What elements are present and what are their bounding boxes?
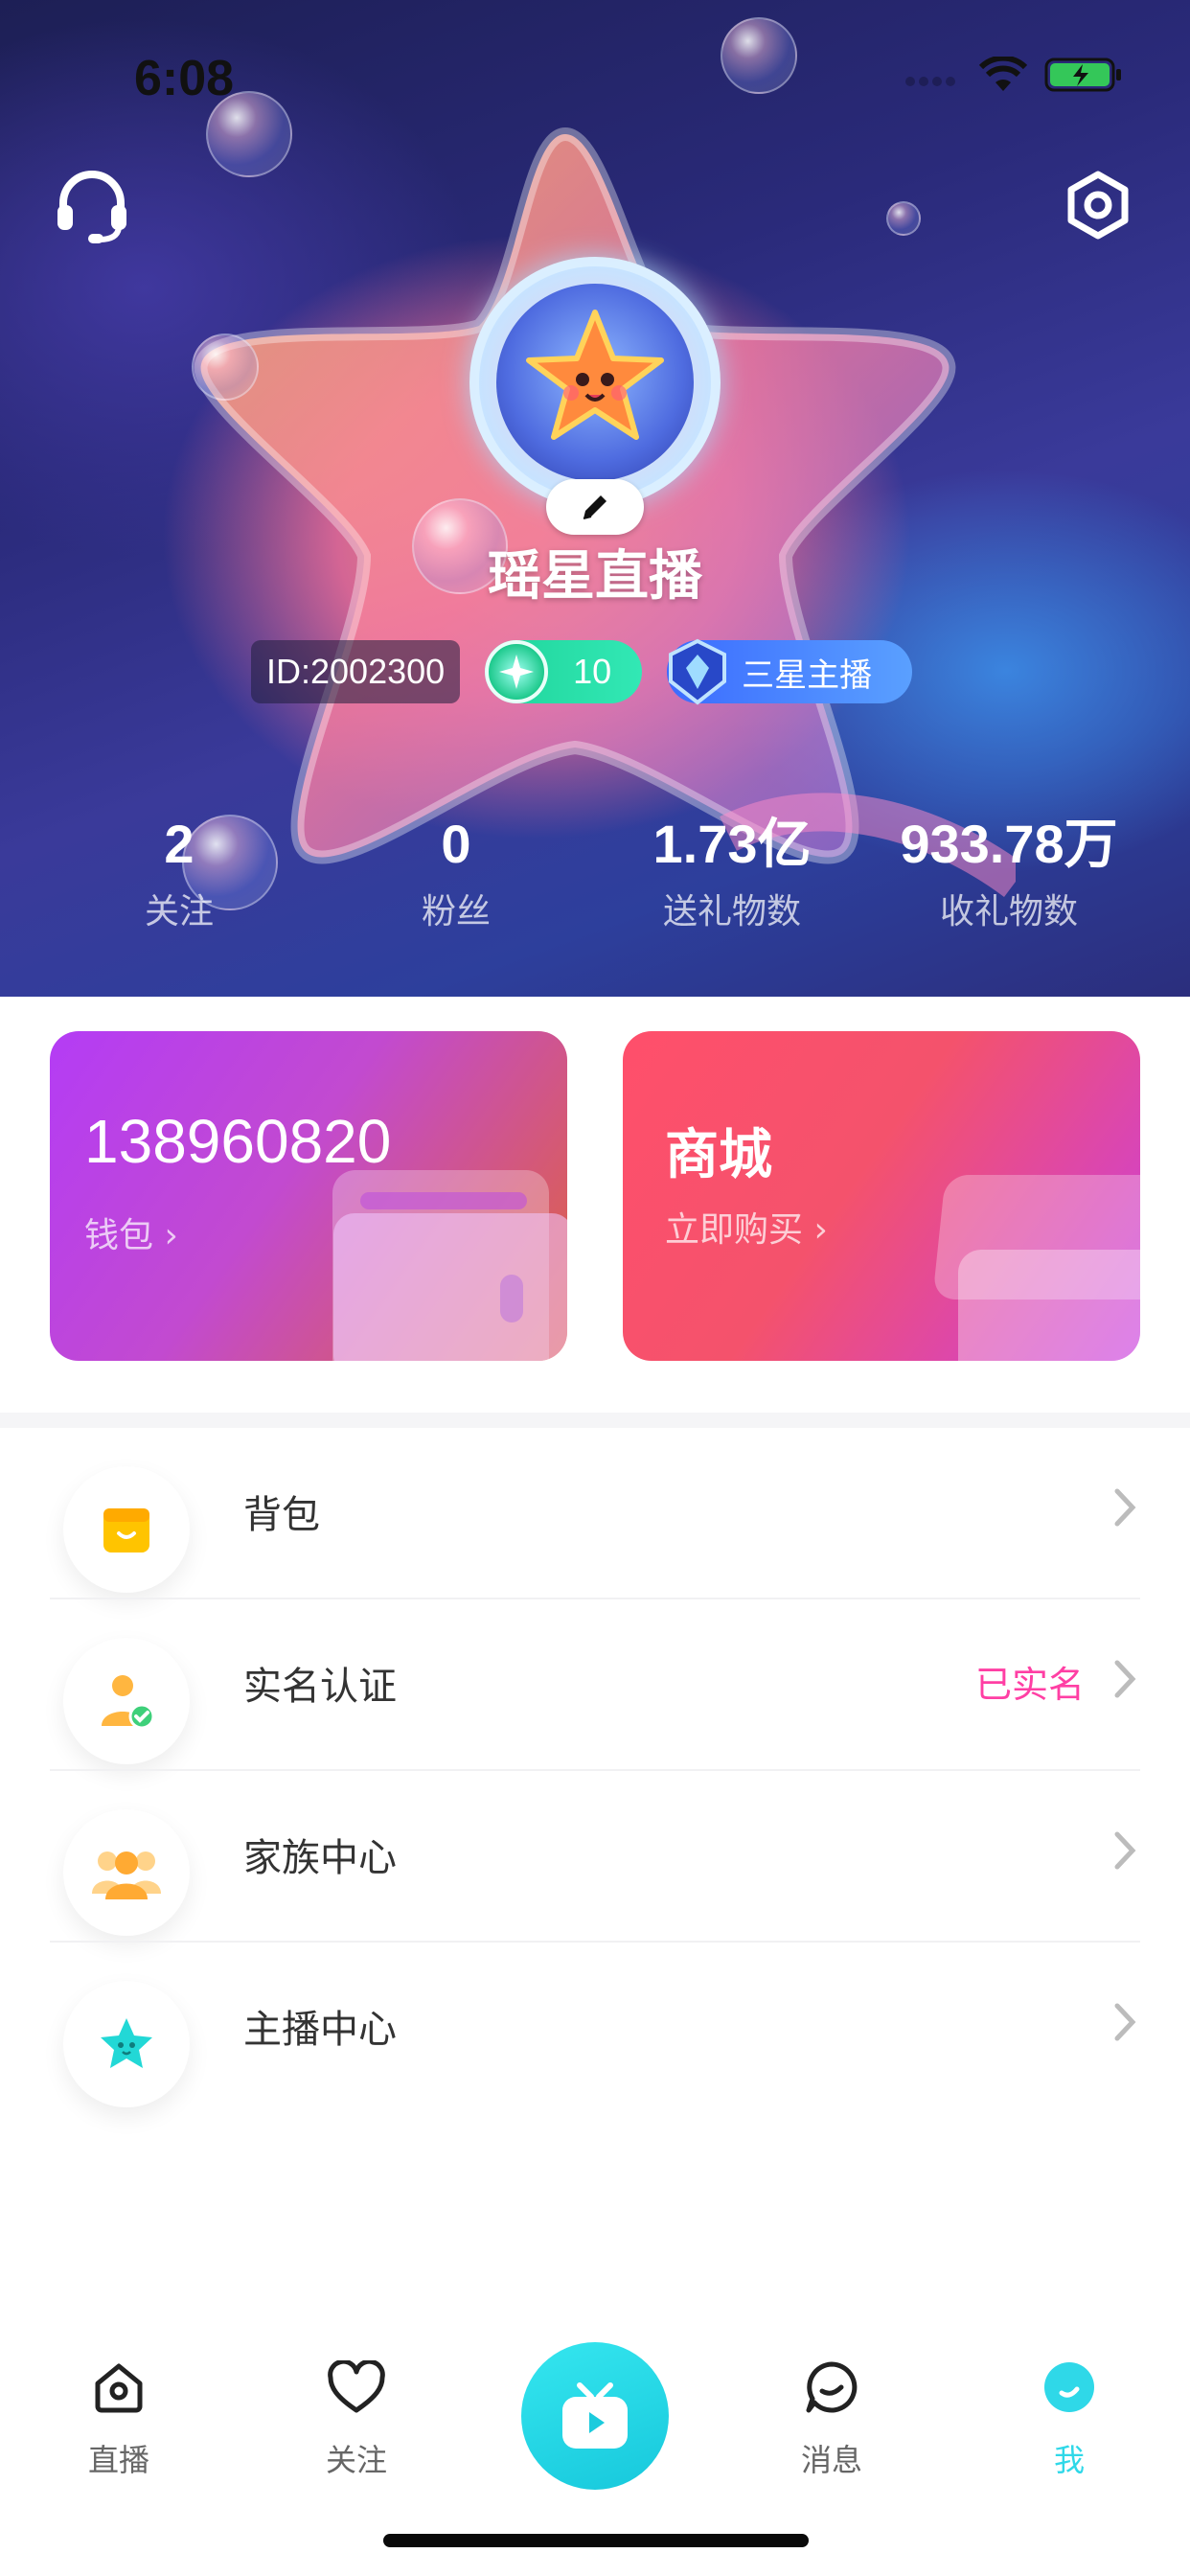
diamond-shield-icon xyxy=(663,637,732,706)
chat-icon xyxy=(806,2361,858,2413)
anchor-rank-badge[interactable]: 三星主播 xyxy=(667,638,913,705)
decor-bubble xyxy=(886,201,921,236)
status-time: 6:08 xyxy=(134,51,235,106)
menu-item-anchor-center[interactable]: 主播中心 xyxy=(0,1943,1190,2114)
tab-me[interactable]: 我 xyxy=(993,2319,1146,2480)
wallet-decoration xyxy=(500,1275,523,1322)
buy-now-link[interactable]: 立即购买 › xyxy=(665,1202,828,1252)
battery-charging-icon xyxy=(1044,58,1121,92)
tab-label: 关注 xyxy=(325,2442,387,2478)
stat-label: 粉丝 xyxy=(421,892,491,932)
level-badge[interactable]: 10 xyxy=(485,640,643,703)
tab-messages[interactable]: 消息 xyxy=(755,2319,908,2480)
menu-list: 背包 实名认证 已实名 家族中心 主播中心 xyxy=(0,1428,1190,2114)
avatar[interactable] xyxy=(469,257,721,508)
profile-header: 6:08 瑶星直播 ID:2002300 10 三星主播 2 关注 0 粉丝 1… xyxy=(0,0,1190,997)
menu-item-family-center[interactable]: 家族中心 xyxy=(0,1771,1190,1943)
chevron-right-icon xyxy=(1114,1831,1136,1870)
settings-hexagon-icon xyxy=(1067,171,1129,240)
stat-gifts-received[interactable]: 933.78万 收礼物数 xyxy=(865,811,1153,933)
mall-card[interactable]: 商城 立即购买 › xyxy=(623,1031,1140,1361)
tab-following[interactable]: 关注 xyxy=(280,2319,433,2480)
wallet-card[interactable]: 138960820 钱包 › xyxy=(50,1031,567,1361)
tab-live[interactable]: 直播 xyxy=(42,2319,195,2480)
stat-following[interactable]: 2 关注 xyxy=(35,811,323,933)
status-icons xyxy=(904,56,1123,94)
status-bar: 6:08 xyxy=(0,0,1190,144)
chevron-right-icon xyxy=(1114,1488,1136,1527)
wallet-decoration xyxy=(333,1213,567,1361)
profile-stats: 2 关注 0 粉丝 1.73亿 送礼物数 933.78万 收礼物数 xyxy=(0,811,1190,954)
verified-status: 已实名 xyxy=(974,1664,1085,1706)
edit-profile-button[interactable] xyxy=(546,479,644,535)
customer-service-button[interactable] xyxy=(46,159,138,251)
nickname: 瑶星直播 xyxy=(488,545,702,608)
stat-gifts-sent[interactable]: 1.73亿 送礼物数 xyxy=(588,811,876,933)
chevron-right-icon xyxy=(1114,1660,1136,1698)
menu-item-backpack[interactable]: 背包 xyxy=(0,1428,1190,1599)
verified-user-icon xyxy=(57,1632,195,1770)
tab-label: 直播 xyxy=(87,2442,149,2478)
home-icon xyxy=(95,2363,143,2413)
wallet-decoration xyxy=(360,1192,527,1209)
star-icon xyxy=(57,1975,195,2113)
mall-decoration xyxy=(958,1250,1140,1361)
home-indicator xyxy=(383,2534,809,2547)
user-id-badge: ID:2002300 xyxy=(251,640,461,703)
stat-value: 1.73亿 xyxy=(652,814,812,874)
menu-item-label: 主播中心 xyxy=(243,2008,397,2052)
menu-item-label: 家族中心 xyxy=(243,1836,397,1880)
menu-item-real-name-auth[interactable]: 实名认证 已实名 xyxy=(0,1599,1190,1771)
pencil-icon xyxy=(583,495,606,519)
stat-value: 2 xyxy=(164,814,195,874)
tab-label: 我 xyxy=(1053,2442,1085,2478)
wallet-balance: 138960820 xyxy=(84,1107,392,1176)
family-icon xyxy=(57,1804,195,1942)
wifi-icon xyxy=(979,57,1027,91)
cellular-signal-icon xyxy=(905,77,955,86)
anchor-rank-text: 三星主播 xyxy=(742,656,873,695)
profile-badges: ID:2002300 10 三星主播 xyxy=(251,638,913,705)
level-number: 10 xyxy=(573,652,612,691)
menu-item-label: 实名认证 xyxy=(243,1665,397,1709)
tab-label: 消息 xyxy=(800,2442,862,2478)
chevron-right-icon xyxy=(1114,2003,1136,2041)
sparkle-icon xyxy=(485,640,549,703)
menu-item-label: 背包 xyxy=(243,1493,320,1537)
stat-value: 933.78万 xyxy=(900,814,1118,874)
heart-icon xyxy=(328,2360,385,2413)
wallet-link[interactable]: 钱包 › xyxy=(84,1208,178,1257)
stat-label: 送礼物数 xyxy=(662,892,801,932)
decor-bubble xyxy=(192,334,259,401)
tv-play-icon xyxy=(562,2382,628,2449)
avatar-image xyxy=(496,284,694,481)
headset-icon xyxy=(57,171,126,243)
stat-value: 0 xyxy=(441,814,471,874)
go-live-button[interactable] xyxy=(521,2342,669,2490)
stat-label: 收礼物数 xyxy=(939,892,1078,932)
star-mascot-icon xyxy=(526,310,664,440)
backpack-icon xyxy=(57,1460,195,1598)
me-icon xyxy=(1044,2362,1094,2412)
bottom-tab-bar: 直播 关注 消息 我 xyxy=(0,2319,1190,2576)
section-divider xyxy=(0,1413,1190,1428)
stat-fans[interactable]: 0 粉丝 xyxy=(312,811,600,933)
mall-title: 商城 xyxy=(665,1124,772,1186)
settings-button[interactable] xyxy=(1052,159,1144,251)
stat-label: 关注 xyxy=(144,892,214,932)
